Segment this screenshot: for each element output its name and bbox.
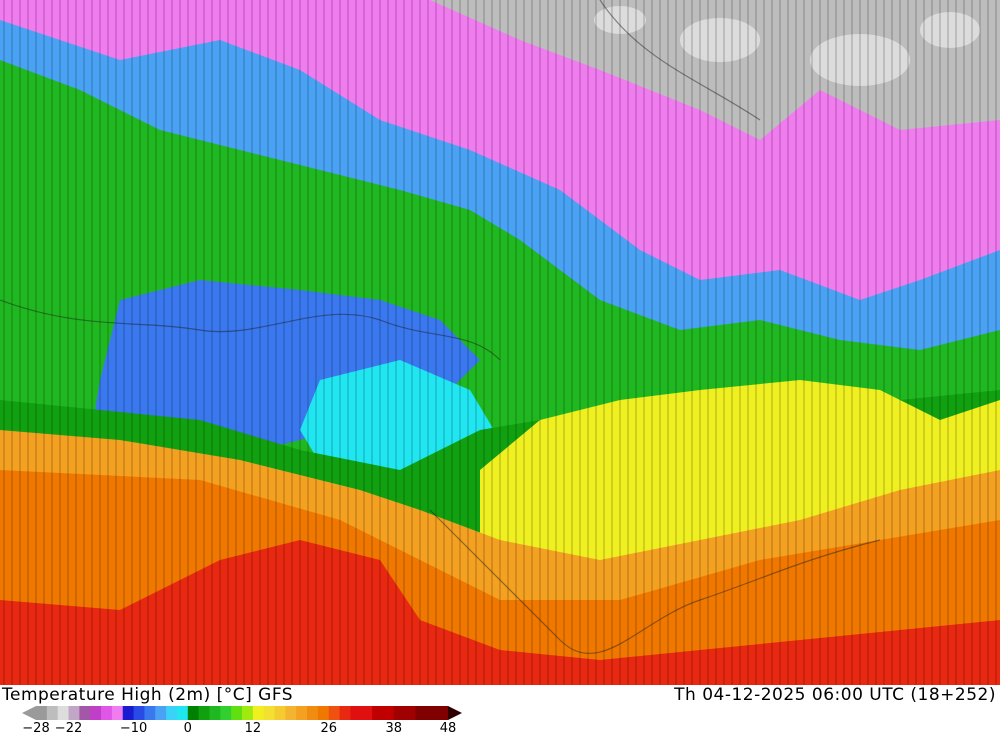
scale-swatch	[317, 706, 330, 720]
scale-swatch	[263, 706, 276, 720]
color-scale: −28 −22 −10 0 12 26 38 48	[22, 706, 462, 733]
scale-swatch	[144, 706, 156, 720]
scale-swatch	[155, 706, 167, 720]
scale-swatch	[339, 706, 351, 720]
scale-swatch	[68, 706, 80, 720]
scale-tick-label: −10	[120, 721, 147, 733]
scale-swatch	[198, 706, 210, 720]
scale-swatch	[231, 706, 243, 720]
scale-swatch	[285, 706, 297, 720]
scale-swatch	[176, 706, 189, 720]
temperature-map	[0, 0, 1000, 685]
scale-min-arrow	[22, 706, 36, 720]
scale-swatch	[166, 706, 178, 720]
map-title: Temperature High (2m) [°C] GFS	[2, 685, 294, 705]
scale-swatch	[46, 706, 59, 720]
scale-swatch	[393, 706, 416, 720]
scale-swatch	[133, 706, 145, 720]
scale-swatch	[242, 706, 254, 720]
scale-swatch	[79, 706, 91, 720]
scale-swatch	[274, 706, 286, 720]
scale-swatch	[350, 706, 373, 720]
scale-tick-label: 12	[245, 721, 262, 733]
scale-swatch	[90, 706, 102, 720]
scale-swatch	[101, 706, 113, 720]
scale-swatch	[36, 706, 48, 720]
scale-swatch	[187, 706, 200, 720]
scale-swatch	[220, 706, 232, 720]
scale-swatch	[111, 706, 124, 720]
scale-swatch	[209, 706, 221, 720]
scale-swatch	[328, 706, 341, 720]
valid-time: Th 04-12-2025 06:00 UTC (18+252)	[674, 685, 996, 705]
scale-tick-label: −28	[22, 721, 49, 733]
scale-swatch	[57, 706, 70, 720]
scale-swatch	[307, 706, 319, 720]
scale-tick-label: 38	[386, 721, 403, 733]
scale-swatch	[372, 706, 395, 720]
scale-tick-label: 26	[320, 721, 337, 733]
scale-tick-label: 0	[184, 721, 192, 733]
scale-max-arrow	[448, 706, 462, 720]
cold-patch	[920, 12, 980, 48]
scale-swatch	[296, 706, 308, 720]
scale-swatch	[252, 706, 265, 720]
scale-tick-label: −22	[55, 721, 82, 733]
scale-tick-label: 48	[440, 721, 457, 733]
scale-swatch	[415, 706, 449, 720]
scale-swatch	[122, 706, 135, 720]
